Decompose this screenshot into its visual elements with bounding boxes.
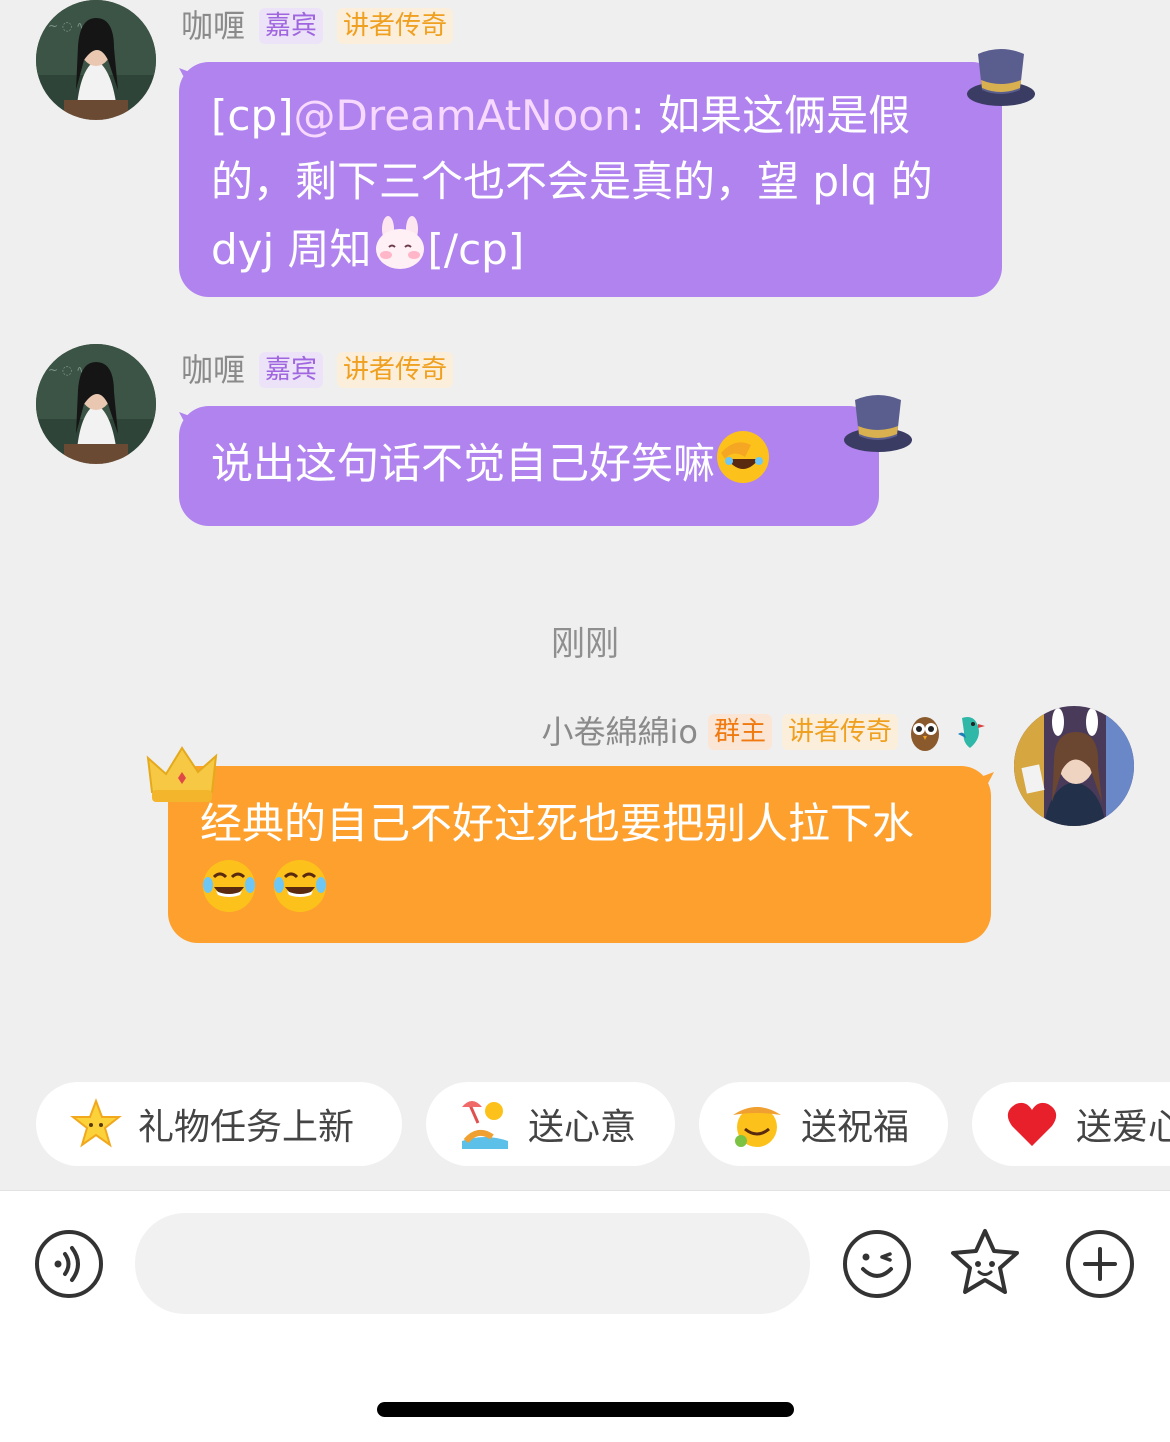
face-palm-laugh-emoji — [715, 429, 771, 504]
beach-icon — [462, 1101, 508, 1149]
chip-send-heart-gift[interactable]: 送心意 — [426, 1082, 675, 1166]
sender-header-3: 小卷綿綿io 群主 讲者传奇 — [541, 712, 986, 752]
badge-speaker-legend: 讲者传奇 — [781, 714, 898, 750]
chip-label: 送爱心 — [1076, 1107, 1170, 1148]
chip-label: 送祝福 — [801, 1107, 910, 1148]
smiley-hat-icon — [733, 1107, 781, 1147]
badge-guest: 嘉宾 — [259, 352, 324, 388]
message-text: [cp]@DreamAtNoon: 如果这俩是假的，剩下三个也不会是真的，望 p… — [211, 83, 970, 290]
emoji-icon[interactable] — [842, 1229, 912, 1299]
star-sticker-icon[interactable] — [947, 1226, 1023, 1300]
chip-label: 送心意 — [528, 1107, 637, 1148]
message-input[interactable] — [135, 1213, 810, 1314]
plus-icon[interactable] — [1065, 1229, 1135, 1299]
badge-speaker-legend: 讲者传奇 — [337, 8, 454, 44]
mention-link[interactable]: @DreamAtNoon — [294, 91, 631, 140]
owl-icon — [911, 717, 939, 751]
crown-icon — [146, 746, 218, 802]
avatar-self[interactable] — [1014, 706, 1134, 826]
timestamp: 刚刚 — [551, 624, 619, 664]
sender-name[interactable]: 咖喱 — [181, 350, 245, 390]
heart-icon — [1007, 1102, 1057, 1146]
sender-header-2: 咖喱 嘉宾 讲者传奇 — [181, 350, 454, 390]
star-icon — [70, 1098, 122, 1148]
chip-send-love[interactable]: 送爱心 — [972, 1082, 1170, 1166]
tears-of-joy-emoji — [271, 857, 329, 934]
message-bubble-3[interactable]: 经典的自己不好过死也要把别人拉下水 — [168, 766, 991, 943]
message-text: 经典的自己不好过死也要把别人拉下水 — [200, 791, 959, 934]
top-hat-icon — [967, 49, 1035, 106]
sender-name[interactable]: 咖喱 — [181, 6, 245, 46]
top-hat-icon — [844, 395, 912, 452]
avatar-sender-1[interactable]: ~ ◌ ∿ — [36, 0, 156, 120]
svg-text:~ ◌ ∿: ~ ◌ ∿ — [48, 19, 86, 33]
bunny-face-emoji — [372, 215, 428, 290]
avatar-sender-2[interactable]: ~ ◌ ∿ — [36, 344, 156, 464]
badge-guest: 嘉宾 — [259, 8, 324, 44]
badge-group-owner: 群主 — [707, 714, 772, 750]
tears-of-joy-emoji — [200, 857, 258, 934]
svg-text:~ ◌ ∿: ~ ◌ ∿ — [48, 363, 86, 377]
sender-name[interactable]: 小卷綿綿io — [541, 712, 697, 752]
badge-speaker-legend: 讲者传奇 — [337, 352, 454, 388]
chip-send-blessing[interactable]: 送祝福 — [699, 1082, 948, 1166]
chip-label: 礼物任务上新 — [138, 1107, 355, 1148]
message-bubble-1[interactable]: [cp]@DreamAtNoon: 如果这俩是假的，剩下三个也不会是真的，望 p… — [179, 62, 1002, 297]
message-text: 说出这句话不觉自己好笑嘛 — [211, 429, 771, 504]
bird-icon — [958, 717, 985, 748]
chip-gift-task[interactable]: 礼物任务上新 — [36, 1082, 402, 1166]
sender-header-1: 咖喱 嘉宾 讲者传奇 — [181, 6, 454, 46]
home-indicator[interactable] — [377, 1402, 794, 1417]
message-bubble-2[interactable]: 说出这句话不觉自己好笑嘛 — [179, 406, 879, 526]
voice-icon[interactable] — [34, 1229, 104, 1299]
